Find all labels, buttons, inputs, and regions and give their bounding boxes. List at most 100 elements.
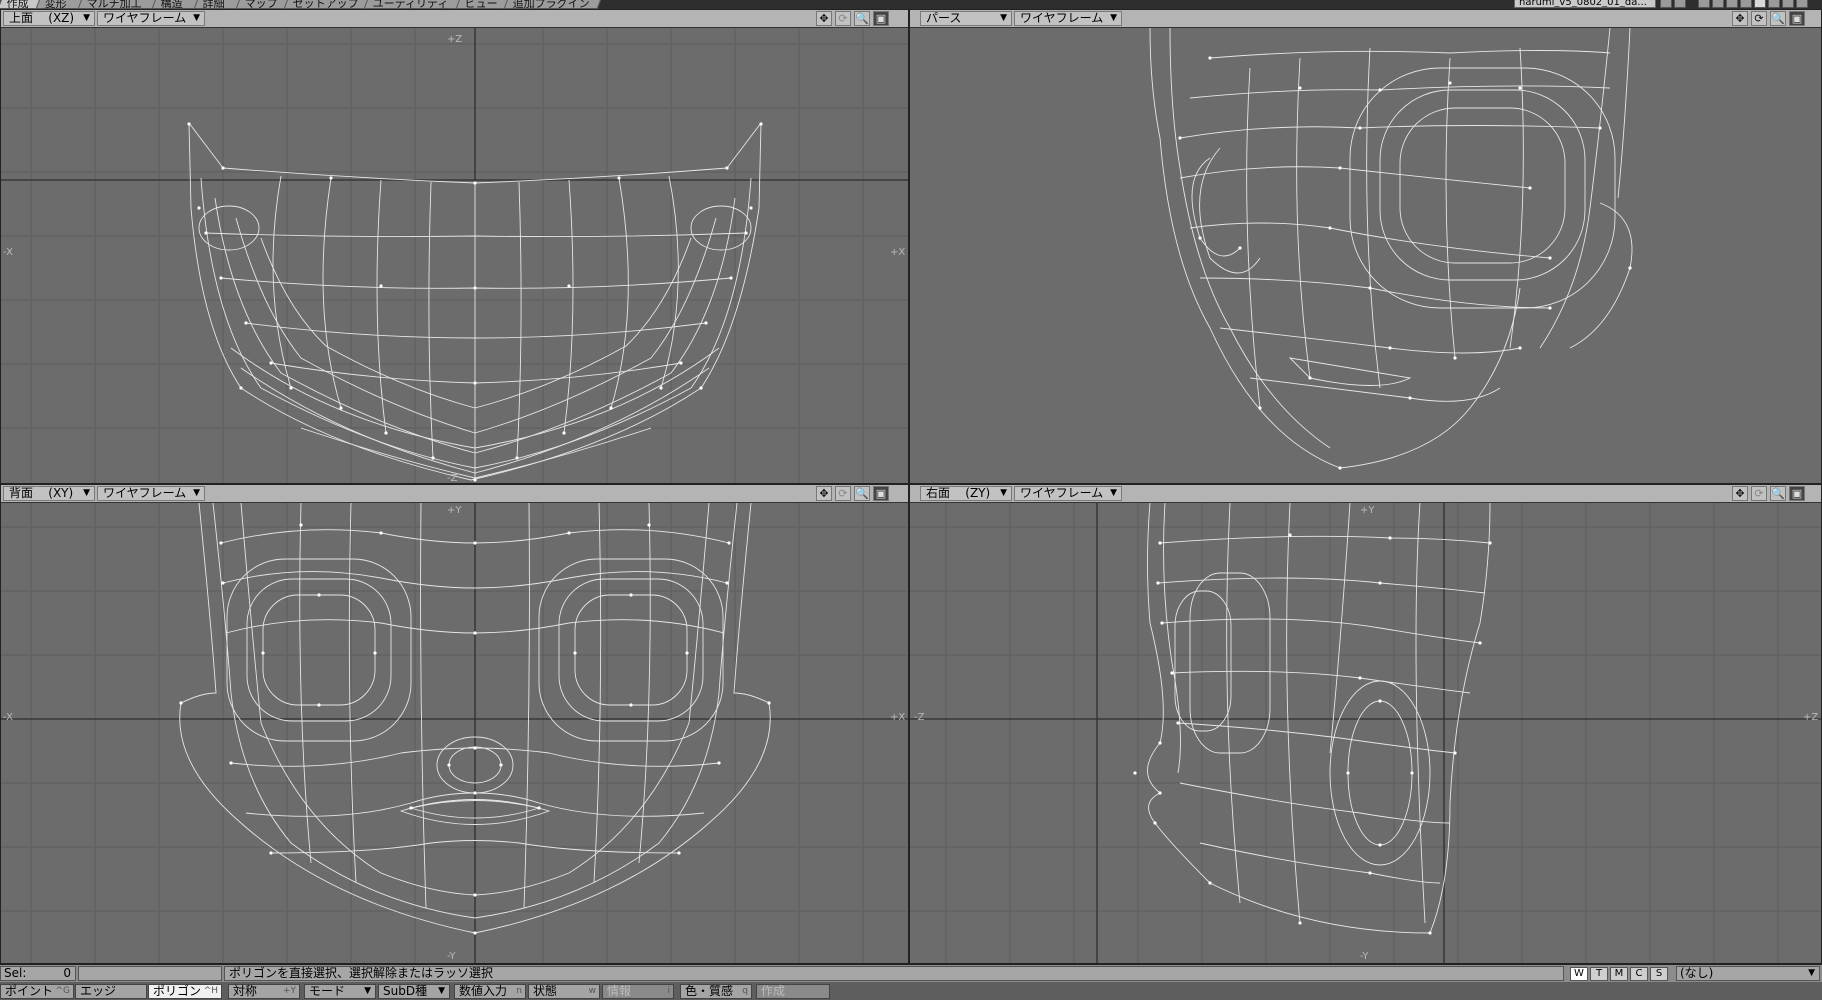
info-button[interactable]: 情報 i	[602, 984, 674, 999]
move-view-icon[interactable]: ✥	[1732, 486, 1748, 501]
tab-setup[interactable]: セットアップ	[283, 0, 371, 9]
render-mode-dropdown[interactable]: ワイヤフレーム ▼	[97, 11, 205, 26]
axis-label-right: +X	[890, 712, 906, 723]
viewport-canvas[interactable]: +Y -Y -Z +Z	[910, 503, 1821, 963]
wireframe-perspective-view[interactable]	[910, 28, 1821, 483]
maximize-view-icon[interactable]: ▣	[1789, 11, 1805, 26]
axis-label-down: -Y	[447, 951, 456, 962]
render-mode-label: ワイヤフレーム	[1020, 486, 1104, 500]
mode-dropdown[interactable]: モード ▼	[304, 984, 376, 999]
subd-type-dropdown[interactable]: SubD種 ▼	[378, 984, 450, 999]
viewport-canvas[interactable]: +Z -Z -X +X	[1, 28, 908, 483]
view-type-dropdown[interactable]: パース ▼	[920, 11, 1012, 26]
object-file-dropdown[interactable]: harumi_v5_0802_01_da...	[1514, 0, 1656, 8]
render-mode-dropdown[interactable]: ワイヤフレーム ▼	[1014, 486, 1122, 501]
bottom-toolbar: ポイント ^G エッジ ポリゴン ^H 対称 +Y モード ▼ SubD種 ▼ 数値入力 n…	[0, 982, 1822, 1000]
zoom-view-icon[interactable]: 🔍	[1770, 11, 1786, 26]
move-view-icon[interactable]: ✥	[816, 11, 832, 26]
layer-button-6[interactable]	[1768, 0, 1780, 8]
select-edges-button[interactable]: エッジ	[75, 984, 147, 999]
tab-view[interactable]: ビュー	[455, 0, 511, 9]
select-points-button[interactable]: ポイント ^G	[0, 984, 74, 999]
maximize-view-icon[interactable]: ▣	[873, 11, 889, 26]
tab-multiply[interactable]: マルチ加工	[77, 0, 159, 9]
grid	[910, 503, 1821, 963]
viewport-back[interactable]: 背面 (XY) ▼ ワイヤフレーム ▼ ✥ ⟳ 🔍 ▣ +Y -Y -X +X	[0, 484, 909, 964]
surface-dropdown-value: (なし)	[1680, 966, 1714, 980]
chevron-down-icon: ▼	[1110, 13, 1117, 23]
move-view-icon[interactable]: ✥	[816, 486, 832, 501]
zoom-view-icon[interactable]: 🔍	[1770, 486, 1786, 501]
viewport-right[interactable]: 右面 (ZY) ▼ ワイヤフレーム ▼ ✥ ⟳ 🔍 ▣ +Y -Y -Z +Z	[909, 484, 1822, 964]
zoom-view-icon[interactable]: 🔍	[854, 486, 870, 501]
create-button[interactable]: 作成	[756, 984, 830, 999]
view-type-dropdown[interactable]: 右面 (ZY) ▼	[920, 486, 1012, 501]
help-text: ポリゴンを直接選択、選択解除またはラッソ選択	[224, 966, 1564, 981]
chevron-down-icon: ▼	[83, 13, 90, 23]
layer-button-2[interactable]	[1712, 0, 1724, 8]
layer-mode-w[interactable]: W	[1570, 967, 1588, 981]
next-object-button[interactable]	[1674, 0, 1686, 8]
layer-button-1[interactable]	[1698, 0, 1710, 8]
maximize-view-icon[interactable]: ▣	[873, 486, 889, 501]
layer-mode-c[interactable]: C	[1630, 967, 1648, 981]
render-mode-dropdown[interactable]: ワイヤフレーム ▼	[97, 486, 205, 501]
tab-utility[interactable]: ユーティリティ	[363, 0, 463, 9]
state-button[interactable]: 状態 w	[528, 984, 600, 999]
layer-button-7[interactable]	[1782, 0, 1794, 8]
axis-label-up: +Y	[447, 505, 462, 516]
surface-dropdown[interactable]: (なし) ▼	[1676, 966, 1820, 981]
axis-label-up: +Z	[447, 34, 463, 45]
wireframe-back-view[interactable]	[1, 503, 908, 963]
rotate-view-icon[interactable]: ⟳	[1751, 11, 1767, 26]
view-axes-label: (XZ)	[48, 11, 75, 25]
rotate-view-icon[interactable]: ⟳	[835, 11, 851, 26]
grid	[1, 28, 908, 483]
numeric-input-button[interactable]: 数値入力 n	[454, 984, 526, 999]
layer-mode-t[interactable]: T	[1590, 967, 1608, 981]
view-type-dropdown[interactable]: 背面 (XY) ▼	[3, 486, 95, 501]
grid	[1, 503, 908, 963]
tab-map[interactable]: マップ	[235, 0, 291, 9]
render-mode-dropdown[interactable]: ワイヤフレーム ▼	[1014, 11, 1122, 26]
top-menu-tabs: 作成 変形 マルチ加工 構造 詳細 マップ セットアップ ユーティリティ ビュー…	[0, 0, 1822, 9]
axis-label-left: -X	[3, 712, 13, 723]
layer-mode-m[interactable]: M	[1610, 967, 1628, 981]
rotate-view-icon[interactable]: ⟳	[835, 486, 851, 501]
mesh	[1147, 503, 1491, 934]
chevron-down-icon: ▼	[1000, 488, 1007, 498]
viewport-perspective[interactable]: パース ▼ ワイヤフレーム ▼ ✥ ⟳ 🔍 ▣	[909, 9, 1822, 484]
layer-button-3[interactable]	[1726, 0, 1738, 8]
viewport-header: 上面 (XZ) ▼ ワイヤフレーム ▼ ✥ ⟳ 🔍 ▣	[1, 10, 908, 28]
view-type-dropdown[interactable]: 上面 (XZ) ▼	[3, 11, 95, 26]
select-polygons-button[interactable]: ポリゴン ^H	[148, 984, 222, 999]
surface-editor-button[interactable]: 色・質感 q	[680, 984, 752, 999]
mesh-points	[1178, 56, 1632, 470]
viewport-top[interactable]: 上面 (XZ) ▼ ワイヤフレーム ▼ ✥ ⟳ 🔍 ▣ +Z -Z -X +X	[0, 9, 909, 484]
render-mode-label: ワイヤフレーム	[103, 486, 187, 500]
move-view-icon[interactable]: ✥	[1732, 11, 1748, 26]
viewport-header: パース ▼ ワイヤフレーム ▼ ✥ ⟳ 🔍 ▣	[910, 10, 1821, 28]
chevron-down-icon: ▼	[1110, 488, 1117, 498]
rotate-view-icon[interactable]: ⟳	[1751, 486, 1767, 501]
viewport-header: 右面 (ZY) ▼ ワイヤフレーム ▼ ✥ ⟳ 🔍 ▣	[910, 485, 1821, 503]
viewport-canvas[interactable]	[910, 28, 1821, 483]
layer-button-8[interactable]	[1796, 0, 1808, 8]
layer-button-5[interactable]	[1754, 0, 1766, 8]
maximize-view-icon[interactable]: ▣	[1789, 486, 1805, 501]
layer-mode-s[interactable]: S	[1650, 967, 1668, 981]
wireframe-top-view[interactable]	[1, 28, 908, 483]
zoom-view-icon[interactable]: 🔍	[854, 11, 870, 26]
chevron-down-icon: ▼	[193, 13, 200, 23]
layer-button-4[interactable]	[1740, 0, 1752, 8]
prev-object-button[interactable]	[1660, 0, 1672, 8]
viewport-canvas[interactable]: +Y -Y -X +X	[1, 503, 908, 963]
axis-label-left: -Z	[914, 712, 925, 723]
status-spacer	[78, 966, 222, 981]
tab-plugins[interactable]: 追加プラグイン	[503, 0, 603, 9]
wireframe-right-view[interactable]	[910, 503, 1821, 963]
axis-label-right: +X	[890, 247, 906, 258]
symmetry-button[interactable]: 対称 +Y	[228, 984, 300, 999]
view-axes-label: (ZY)	[965, 486, 991, 500]
view-type-label: パース	[926, 11, 962, 25]
